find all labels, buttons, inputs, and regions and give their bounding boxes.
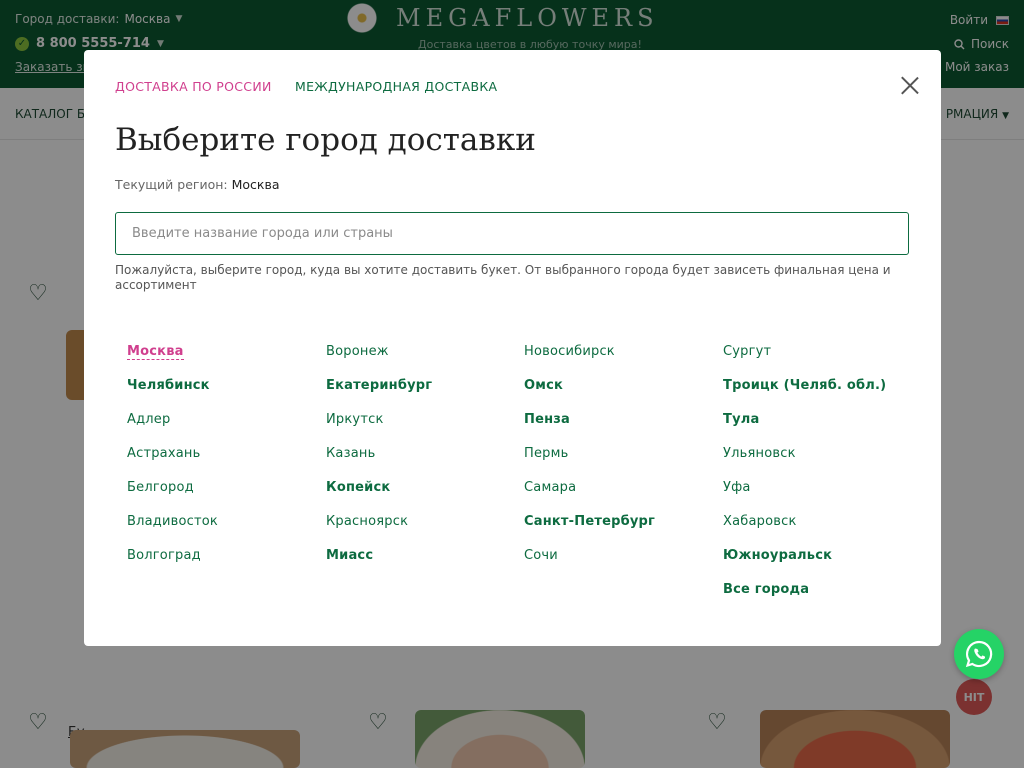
- city-link-label: Красноярск: [326, 514, 409, 529]
- city-link[interactable]: Воронеж: [326, 344, 516, 378]
- city-link[interactable]: Волгоград: [127, 548, 317, 582]
- city-link[interactable]: Казань: [326, 446, 516, 480]
- city-link[interactable]: Челябинск: [127, 378, 317, 412]
- city-link-label: Омск: [524, 378, 564, 393]
- whatsapp-button[interactable]: [954, 629, 1004, 679]
- tab-russia-delivery[interactable]: ДОСТАВКА ПО РОССИИ: [115, 79, 272, 94]
- city-link[interactable]: Ульяновск: [723, 446, 913, 480]
- city-link-label: Все города: [723, 582, 810, 597]
- city-link[interactable]: Троицк (Челяб. обл.): [723, 378, 913, 412]
- city-link[interactable]: Сургут: [723, 344, 913, 378]
- city-link[interactable]: Хабаровск: [723, 514, 913, 548]
- city-link-label: Сочи: [524, 548, 558, 563]
- city-link-label: Южноуральск: [723, 548, 833, 563]
- city-link[interactable]: Астрахань: [127, 446, 317, 480]
- hint-text: Пожалуйста, выберите город, куда вы хоти…: [115, 263, 891, 292]
- city-link[interactable]: Владивосток: [127, 514, 317, 548]
- tab-international-delivery[interactable]: МЕЖДУНАРОДНАЯ ДОСТАВКА: [295, 79, 497, 94]
- city-link-label: Адлер: [127, 412, 171, 427]
- city-link[interactable]: Иркутск: [326, 412, 516, 446]
- current-region-value: Москва: [231, 177, 280, 192]
- city-link[interactable]: Новосибирск: [524, 344, 714, 378]
- city-link-label: Ульяновск: [723, 446, 796, 461]
- current-region-label: Текущий регион:: [115, 177, 228, 192]
- city-link-label: Белгород: [127, 480, 194, 495]
- city-link[interactable]: Южноуральск: [723, 548, 913, 582]
- city-link-label: Пенза: [524, 412, 571, 427]
- city-link-label: Троицк (Челяб. обл.): [723, 378, 887, 393]
- city-column-3: Новосибирск Омск Пенза Пермь Самара Санкт-Пет…: [524, 344, 714, 582]
- city-link[interactable]: Пермь: [524, 446, 714, 480]
- close-icon[interactable]: [899, 75, 921, 97]
- city-link[interactable]: Санкт-Петербург: [524, 514, 714, 548]
- city-link-label: Казань: [326, 446, 376, 461]
- modal-title: Выберите город доставки: [115, 122, 536, 158]
- whatsapp-icon: [965, 640, 993, 668]
- city-link-label: Самара: [524, 480, 577, 495]
- city-link[interactable]: Красноярск: [326, 514, 516, 548]
- city-select-modal: ДОСТАВКА ПО РОССИИ МЕЖДУНАРОДНАЯ ДОСТАВК…: [84, 50, 941, 646]
- city-link-label: Астрахань: [127, 446, 201, 461]
- city-search-input[interactable]: [115, 212, 909, 255]
- city-link[interactable]: Самара: [524, 480, 714, 514]
- city-link[interactable]: Все города: [723, 582, 913, 616]
- city-link-label: Уфа: [723, 480, 751, 495]
- city-link-label: Пермь: [524, 446, 569, 461]
- city-link-label: Тула: [723, 412, 760, 427]
- city-link[interactable]: Уфа: [723, 480, 913, 514]
- city-link-label: Сургут: [723, 344, 772, 359]
- city-link[interactable]: Омск: [524, 378, 714, 412]
- city-link-label: Москва: [127, 344, 184, 360]
- city-link[interactable]: Москва: [127, 344, 317, 378]
- city-link[interactable]: Миасс: [326, 548, 516, 582]
- city-link[interactable]: Копейск: [326, 480, 516, 514]
- city-column-2: Воронеж Екатеринбург Иркутск Казань Копейск К…: [326, 344, 516, 582]
- city-link-label: Владивосток: [127, 514, 218, 529]
- city-link-label: Новосибирск: [524, 344, 615, 359]
- city-link[interactable]: Екатеринбург: [326, 378, 516, 412]
- city-link-label: Екатеринбург: [326, 378, 433, 393]
- city-link[interactable]: Сочи: [524, 548, 714, 582]
- city-link-label: Волгоград: [127, 548, 201, 563]
- city-link[interactable]: Адлер: [127, 412, 317, 446]
- city-link-label: Санкт-Петербург: [524, 514, 656, 529]
- city-link-label: Хабаровск: [723, 514, 797, 529]
- city-link-label: Челябинск: [127, 378, 210, 393]
- city-column-4: Сургут Троицк (Челяб. обл.) Тула Ульяновск У…: [723, 344, 913, 616]
- city-link-label: Воронеж: [326, 344, 389, 359]
- city-link-label: Копейск: [326, 480, 391, 495]
- current-region: Текущий регион: Москва: [115, 177, 280, 192]
- city-column-1: Москва Челябинск Адлер Астрахань Белгород Вла…: [127, 344, 317, 582]
- city-link[interactable]: Тула: [723, 412, 913, 446]
- city-link-label: Миасс: [326, 548, 374, 563]
- city-link[interactable]: Пенза: [524, 412, 714, 446]
- city-link[interactable]: Белгород: [127, 480, 317, 514]
- city-link-label: Иркутск: [326, 412, 384, 427]
